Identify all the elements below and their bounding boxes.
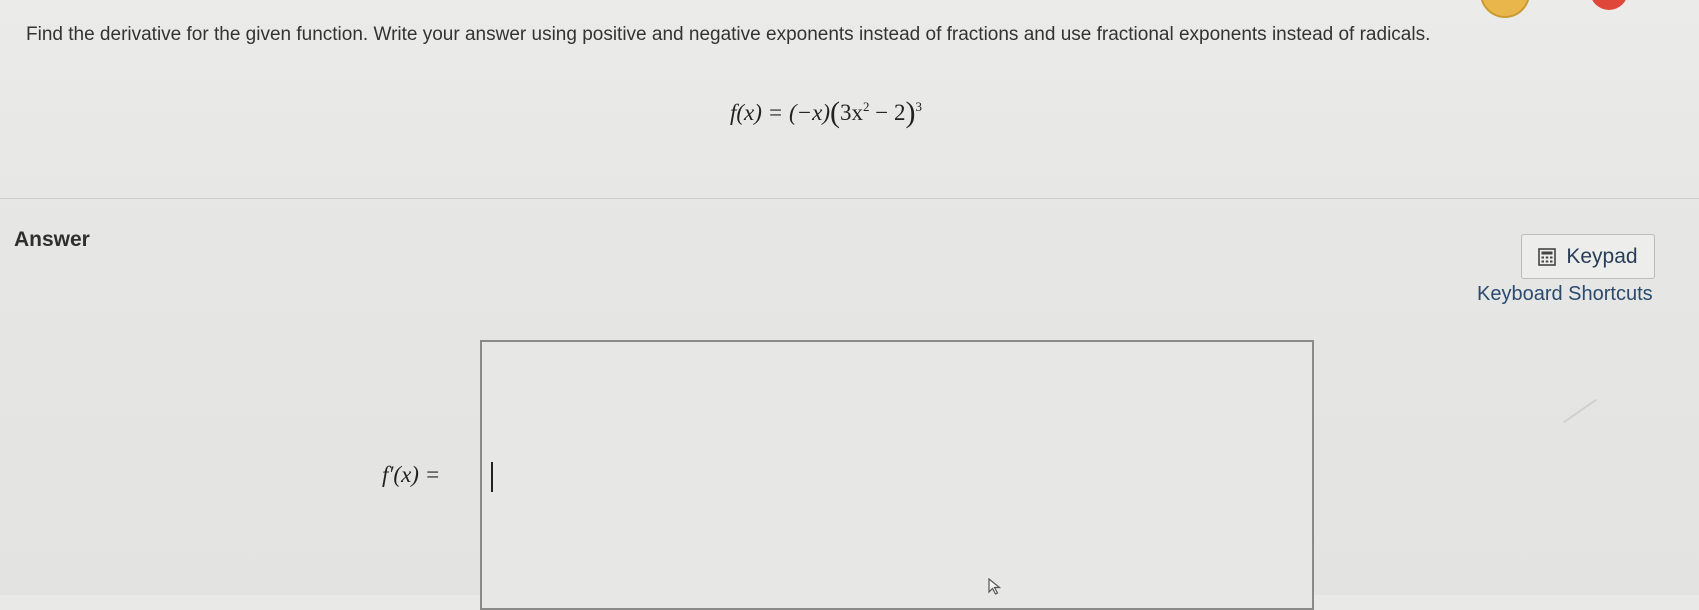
keypad-button[interactable]: Keypad <box>1521 234 1655 279</box>
keyboard-shortcuts-link[interactable]: Keyboard Shortcuts <box>1477 283 1653 306</box>
function-lhs: f(x) = (−x) <box>730 100 830 125</box>
corner-badge-yellow[interactable] <box>1480 0 1530 18</box>
text-caret <box>491 462 493 492</box>
calculator-icon <box>1538 247 1557 266</box>
outer-exponent: 3 <box>915 99 922 114</box>
section-divider <box>0 198 1699 199</box>
function-inner: 3x <box>840 100 863 125</box>
answer-input[interactable] <box>480 340 1314 610</box>
question-page: Find the derivative for the given functi… <box>0 0 1699 610</box>
corner-badge-red[interactable] <box>1590 0 1628 10</box>
answer-heading: Answer <box>14 228 90 251</box>
mouse-pointer-icon <box>988 577 1002 600</box>
derivative-label: f′(x) = <box>382 462 440 488</box>
screen-smudge <box>1563 398 1597 424</box>
derivative-label-text: f′(x) = <box>382 462 441 487</box>
function-expression: f(x) = (−x)(3x2 − 2)3 <box>730 96 922 129</box>
keypad-label: Keypad <box>1566 244 1638 268</box>
question-prompt: Find the derivative for the given functi… <box>26 24 1431 45</box>
function-inner-rest: − 2 <box>869 100 906 125</box>
